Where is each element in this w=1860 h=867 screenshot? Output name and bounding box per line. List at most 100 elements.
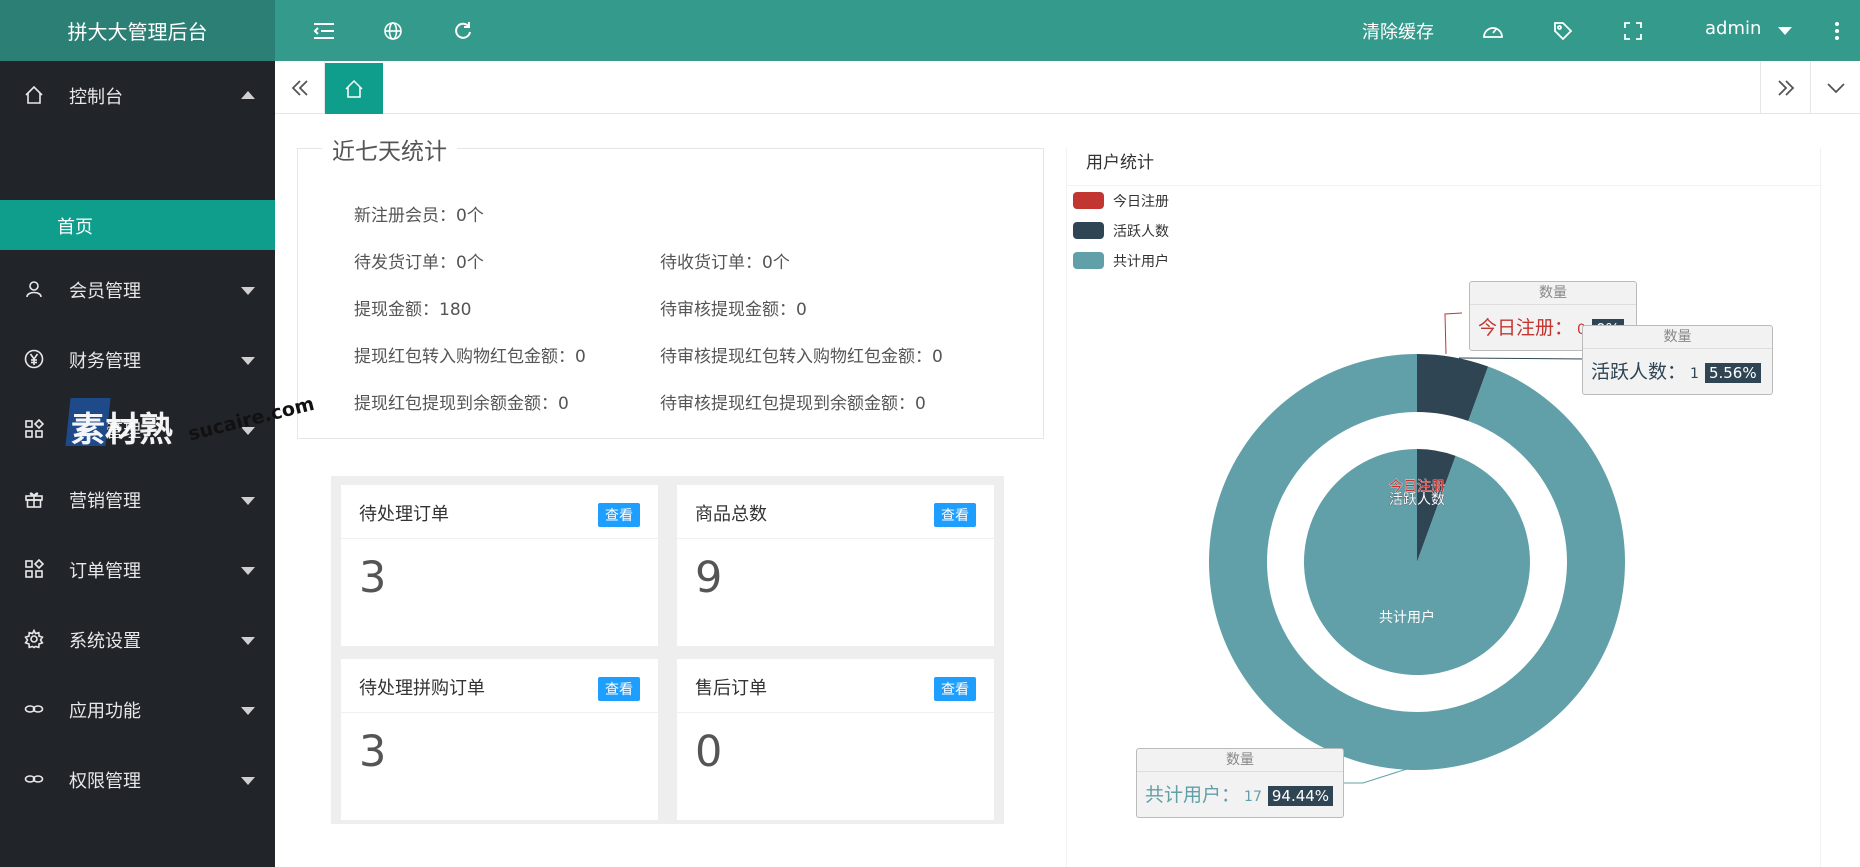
stat-pending-ship: 待发货订单：0个 [354, 253, 484, 273]
card-value: 3 [359, 727, 387, 777]
user-menu[interactable]: admin [1705, 18, 1761, 39]
card-after-sales-orders: 售后订单 查看 0 [677, 659, 994, 820]
card-title: 待处理订单 [359, 504, 449, 525]
sidebar-subitem-label: 首页 [57, 217, 93, 238]
leader-line-active[interactable] [1458, 357, 1588, 360]
yen-icon [24, 349, 44, 369]
chevron-down-icon [241, 287, 255, 295]
app-logo[interactable]: 拼大大管理后台 [0, 0, 275, 61]
sidebar: 控制台 首页 会员管理 财务管理 商品管理 营销管理 订单管理 [0, 61, 275, 867]
tooltip-body: 活跃人数： 1 5.56% [1591, 357, 1761, 384]
tooltip-label: 共计用户 [1145, 784, 1222, 806]
sidebar-subitem-home[interactable]: 首页 [0, 200, 275, 250]
card-title: 商品总数 [695, 504, 767, 525]
sidebar-item-permissions[interactable]: 权限管理 [0, 745, 275, 815]
chevron-up-icon [241, 91, 255, 99]
tooltip-value: 1 [1690, 366, 1699, 382]
home-icon [25, 85, 43, 104]
chevron-down-icon [241, 357, 255, 365]
tooltip-total-users: 数量 共计用户： 17 94.44% [1136, 748, 1344, 818]
link-icon [24, 705, 44, 713]
chevron-down-icon [241, 637, 255, 645]
grid-icon [25, 419, 44, 438]
top-bar: 清除缓存 admin [275, 0, 1860, 61]
view-button[interactable]: 查看 [934, 503, 976, 527]
stat-pending-receive: 待收货订单：0个 [660, 253, 790, 273]
card-header: 待处理拼购订单 查看 [341, 659, 658, 713]
panel-title: 近七天统计 [322, 132, 457, 166]
chevron-down-icon[interactable] [1778, 27, 1792, 35]
card-title: 售后订单 [695, 678, 767, 699]
card-value: 0 [695, 727, 723, 777]
link-icon [24, 775, 44, 783]
stat-redpack-to-balance: 提现红包提现到余额金额：0 [354, 394, 569, 414]
stat-pending-redpack-to-cart: 待审核提现红包转入购物红包金额：0 [660, 347, 943, 367]
home-icon [345, 79, 363, 98]
tooltip-label: 今日注册 [1478, 317, 1555, 339]
view-button[interactable]: 查看 [598, 503, 640, 527]
sidebar-item-marketing[interactable]: 营销管理 [0, 465, 275, 535]
stat-withdraw-amount: 提现金额：180 [354, 300, 472, 320]
sidebar-item-finance[interactable]: 财务管理 [0, 325, 275, 395]
pie-label: 活跃人数 [1389, 492, 1445, 508]
tooltip-value: 17 [1244, 789, 1262, 805]
view-button[interactable]: 查看 [934, 677, 976, 701]
summary-cards: 待处理订单 查看 3 商品总数 查看 9 待处理拼购订单 查看 3 售后订单 查… [331, 476, 1004, 824]
sidebar-item-label: 系统设置 [69, 631, 141, 652]
sidebar-item-settings[interactable]: 系统设置 [0, 605, 275, 675]
watermark-text: 素材熟 [71, 410, 173, 450]
chevron-down-icon [241, 707, 255, 715]
tab-home[interactable] [325, 63, 383, 114]
more-vertical-icon[interactable] [1825, 19, 1849, 43]
sidebar-item-label: 权限管理 [69, 771, 141, 792]
sidebar-item-label: 控制台 [69, 87, 123, 108]
chevron-down-icon [241, 567, 255, 575]
view-button[interactable]: 查看 [598, 677, 640, 701]
stat-redpack-to-cart: 提现红包转入购物红包金额：0 [354, 347, 586, 367]
dashboard-icon[interactable] [1481, 19, 1505, 43]
clear-cache-button[interactable]: 清除缓存 [1362, 18, 1434, 44]
refresh-icon[interactable] [451, 19, 475, 43]
sidebar-item-apps[interactable]: 应用功能 [0, 675, 275, 745]
tooltip-label: 活跃人数 [1591, 361, 1668, 383]
sidebar-item-label: 财务管理 [69, 351, 141, 372]
tooltip-percent: 94.44% [1267, 786, 1334, 806]
tooltip-active-users: 数量 活跃人数： 1 5.56% [1582, 325, 1773, 395]
card-header: 商品总数 查看 [677, 485, 994, 539]
tabs-menu-button[interactable] [1810, 61, 1860, 114]
gear-icon [24, 629, 44, 649]
tooltip-percent: 5.56% [1704, 363, 1761, 383]
gift-icon [25, 492, 43, 508]
seven-day-stats-panel: 近七天统计 新注册会员：0个 待发货订单：0个 待收货订单：0个 提现金额：18… [297, 132, 1044, 439]
stat-new-members: 新注册会员：0个 [354, 206, 484, 226]
tabs-scroll-left-button[interactable] [275, 61, 325, 114]
globe-icon[interactable] [381, 19, 405, 43]
tooltip-header: 数量 [1470, 282, 1636, 305]
username: admin [1705, 18, 1762, 39]
user-icon [26, 281, 42, 298]
tabs-scroll-right-button[interactable] [1760, 61, 1810, 114]
user-stats-panel: 用户统计 今日注册 活跃人数 共计用户 今日注册 活跃人数 共计用户 数量 今日注册… [1066, 148, 1822, 867]
app-title: 拼大大管理后台 [67, 20, 208, 44]
stat-pending-redpack-to-balance: 待审核提现红包提现到余额金额：0 [660, 394, 926, 414]
sidebar-item-members[interactable]: 会员管理 [0, 255, 275, 325]
menu-fold-icon[interactable] [312, 19, 336, 43]
sidebar-item-orders[interactable]: 订单管理 [0, 535, 275, 605]
tag-icon[interactable] [1551, 19, 1575, 43]
sidebar-item-label: 应用功能 [69, 701, 141, 722]
tooltip-header: 数量 [1583, 326, 1772, 349]
pie-label: 共计用户 [1379, 609, 1435, 626]
card-value: 9 [695, 553, 723, 603]
stat-pending-withdraw: 待审核提现金额：0 [660, 300, 807, 320]
leader-line-total[interactable] [1344, 767, 1411, 784]
leader-line-today[interactable] [1444, 312, 1463, 355]
grid-icon [25, 559, 44, 578]
card-title: 待处理拼购订单 [359, 678, 485, 699]
tooltip-body: 共计用户： 17 94.44% [1145, 780, 1334, 807]
fullscreen-icon[interactable] [1621, 19, 1645, 43]
chevron-down-icon [1826, 82, 1845, 93]
sidebar-item-console[interactable]: 控制台 [0, 61, 275, 131]
sidebar-item-label: 营销管理 [69, 491, 141, 512]
card-header: 售后订单 查看 [677, 659, 994, 713]
card-pending-group-orders: 待处理拼购订单 查看 3 [341, 659, 658, 820]
